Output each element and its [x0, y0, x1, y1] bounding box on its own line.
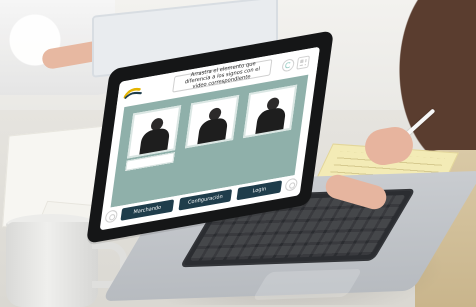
refresh-icon[interactable]: [281, 58, 295, 73]
video-card-2[interactable]: [185, 94, 240, 149]
photo-scene: Arrastra el elemento que diferencia a lo…: [0, 0, 476, 307]
video-card-1[interactable]: [127, 105, 182, 159]
coffee-mug: [6, 222, 98, 307]
nav-button-3[interactable]: Login: [236, 180, 283, 201]
grid-icon[interactable]: [296, 55, 310, 70]
top-icons: [281, 53, 315, 73]
signer-body: [255, 106, 287, 137]
right-round-button[interactable]: [284, 177, 299, 192]
app-logo-icon: [123, 87, 142, 99]
signer-body: [139, 126, 171, 157]
video-card-3[interactable]: [243, 84, 298, 139]
signer-body: [197, 116, 229, 147]
laptop-screen: Arrastra el elemento que diferencia a lo…: [99, 46, 320, 231]
left-round-button[interactable]: [104, 209, 119, 224]
